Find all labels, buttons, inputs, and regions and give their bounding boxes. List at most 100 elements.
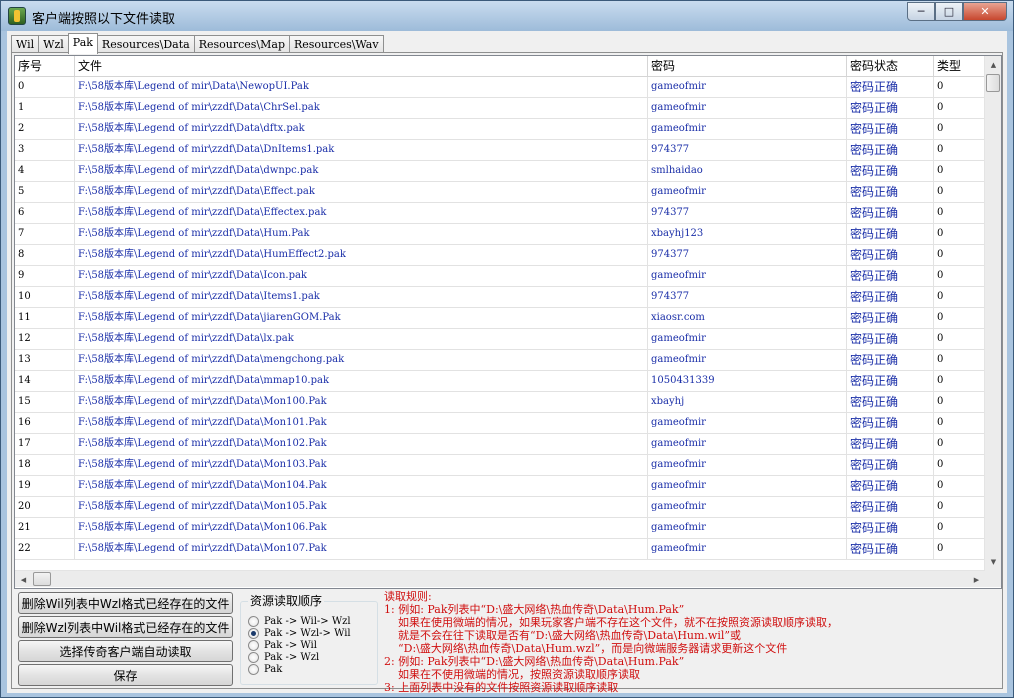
close-button[interactable]: ✕ bbox=[963, 2, 1007, 21]
table-row[interactable]: 17 F:\58版本库\Legend of mir\zzdf\Data\Mon10… bbox=[15, 434, 985, 455]
table-row[interactable]: 14 F:\58版本库\Legend of mir\zzdf\Data\mmap1… bbox=[15, 371, 985, 392]
cell-password-status[interactable]: 密码正确 bbox=[847, 329, 934, 350]
cell-password-status[interactable]: 密码正确 bbox=[847, 140, 934, 161]
cell-file[interactable]: F:\58版本库\Legend of mir\zzdf\Data\lx.pak bbox=[75, 329, 648, 350]
cell-index[interactable]: 3 bbox=[15, 140, 75, 161]
cell-password[interactable]: smlhaidao bbox=[648, 161, 847, 182]
cell-index[interactable]: 2 bbox=[15, 119, 75, 140]
cell-file[interactable]: F:\58版本库\Legend of mir\zzdf\Data\ChrSel.… bbox=[75, 98, 648, 119]
cell-password-status[interactable]: 密码正确 bbox=[847, 266, 934, 287]
cell-password-status[interactable]: 密码正确 bbox=[847, 518, 934, 539]
table-row[interactable]: 2 F:\58版本库\Legend of mir\zzdf\Data\dftx.p… bbox=[15, 119, 985, 140]
cell-index[interactable]: 21 bbox=[15, 518, 75, 539]
table-row[interactable]: 10 F:\58版本库\Legend of mir\zzdf\Data\Items… bbox=[15, 287, 985, 308]
cell-password[interactable]: gameofmir bbox=[648, 266, 847, 287]
cell-index[interactable]: 13 bbox=[15, 350, 75, 371]
cell-type[interactable]: 0 bbox=[934, 161, 985, 182]
cell-index[interactable]: 16 bbox=[15, 413, 75, 434]
cell-password[interactable]: gameofmir bbox=[648, 518, 847, 539]
cell-file[interactable]: F:\58版本库\Legend of mir\zzdf\Data\Hum.Pak bbox=[75, 224, 648, 245]
radio-option-pak-wil-wzl[interactable]: Pak -> Wil-> Wzl bbox=[248, 615, 351, 627]
cell-password-status[interactable]: 密码正确 bbox=[847, 497, 934, 518]
cell-file[interactable]: F:\58版本库\Legend of mir\zzdf\Data\HumEffe… bbox=[75, 245, 648, 266]
cell-index[interactable]: 0 bbox=[15, 77, 75, 98]
cell-file[interactable]: F:\58版本库\Legend of mir\zzdf\Data\Mon107.… bbox=[75, 539, 648, 560]
cell-index[interactable]: 1 bbox=[15, 98, 75, 119]
cell-type[interactable]: 0 bbox=[934, 350, 985, 371]
cell-file[interactable]: F:\58版本库\Legend of mir\zzdf\Data\Effect.… bbox=[75, 182, 648, 203]
cell-type[interactable]: 0 bbox=[934, 182, 985, 203]
table-row[interactable]: 1 F:\58版本库\Legend of mir\zzdf\Data\ChrSel… bbox=[15, 98, 985, 119]
cell-file[interactable]: F:\58版本库\Legend of mir\zzdf\Data\Icon.pa… bbox=[75, 266, 648, 287]
cell-type[interactable]: 0 bbox=[934, 203, 985, 224]
radio-option-pak-wzl-wil[interactable]: Pak -> Wzl-> Wil bbox=[248, 627, 351, 639]
select-client-button[interactable]: 选择传奇客户端自动读取 bbox=[18, 640, 233, 662]
vertical-scroll-thumb[interactable] bbox=[986, 74, 1000, 92]
cell-password[interactable]: 974377 bbox=[648, 203, 847, 224]
cell-type[interactable]: 0 bbox=[934, 518, 985, 539]
column-header-type[interactable]: 类型 bbox=[934, 56, 985, 77]
cell-password[interactable]: 1050431339 bbox=[648, 371, 847, 392]
cell-file[interactable]: F:\58版本库\Legend of mir\zzdf\Data\Mon104.… bbox=[75, 476, 648, 497]
column-header-file[interactable]: 文件 bbox=[75, 56, 648, 77]
cell-password[interactable]: gameofmir bbox=[648, 350, 847, 371]
cell-type[interactable]: 0 bbox=[934, 140, 985, 161]
save-button[interactable]: 保存 bbox=[18, 664, 233, 686]
cell-type[interactable]: 0 bbox=[934, 539, 985, 560]
scroll-up-icon[interactable]: ▲ bbox=[985, 56, 1001, 73]
tab-resources-wav[interactable]: Resources\Wav bbox=[289, 35, 384, 53]
cell-index[interactable]: 17 bbox=[15, 434, 75, 455]
table-row[interactable]: 7 F:\58版本库\Legend of mir\zzdf\Data\Hum.Pa… bbox=[15, 224, 985, 245]
table-row[interactable]: 12 F:\58版本库\Legend of mir\zzdf\Data\lx.pa… bbox=[15, 329, 985, 350]
cell-type[interactable]: 0 bbox=[934, 77, 985, 98]
table-row[interactable]: 16 F:\58版本库\Legend of mir\zzdf\Data\Mon10… bbox=[15, 413, 985, 434]
cell-index[interactable]: 14 bbox=[15, 371, 75, 392]
cell-file[interactable]: F:\58版本库\Legend of mir\zzdf\Data\mengcho… bbox=[75, 350, 648, 371]
cell-type[interactable]: 0 bbox=[934, 98, 985, 119]
cell-type[interactable]: 0 bbox=[934, 455, 985, 476]
title-bar[interactable]: 客户端按照以下文件读取 ─ □ ✕ bbox=[1, 1, 1013, 31]
cell-type[interactable]: 0 bbox=[934, 329, 985, 350]
maximize-button[interactable]: □ bbox=[935, 2, 963, 21]
table-row[interactable]: 18 F:\58版本库\Legend of mir\zzdf\Data\Mon10… bbox=[15, 455, 985, 476]
cell-type[interactable]: 0 bbox=[934, 413, 985, 434]
cell-file[interactable]: F:\58版本库\Legend of mir\zzdf\Data\jiarenG… bbox=[75, 308, 648, 329]
cell-index[interactable]: 8 bbox=[15, 245, 75, 266]
cell-file[interactable]: F:\58版本库\Legend of mir\Data\NewopUI.Pak bbox=[75, 77, 648, 98]
table-row[interactable]: 6 F:\58版本库\Legend of mir\zzdf\Data\Effect… bbox=[15, 203, 985, 224]
cell-password-status[interactable]: 密码正确 bbox=[847, 371, 934, 392]
cell-password-status[interactable]: 密码正确 bbox=[847, 203, 934, 224]
cell-password[interactable]: gameofmir bbox=[648, 455, 847, 476]
cell-password-status[interactable]: 密码正确 bbox=[847, 539, 934, 560]
cell-index[interactable]: 20 bbox=[15, 497, 75, 518]
cell-password-status[interactable]: 密码正确 bbox=[847, 119, 934, 140]
delete-wil-duplicates-button[interactable]: 删除Wil列表中Wzl格式已经存在的文件 bbox=[18, 592, 233, 614]
table-row[interactable]: 8 F:\58版本库\Legend of mir\zzdf\Data\HumEff… bbox=[15, 245, 985, 266]
cell-password-status[interactable]: 密码正确 bbox=[847, 161, 934, 182]
radio-icon[interactable] bbox=[248, 663, 259, 675]
cell-index[interactable]: 6 bbox=[15, 203, 75, 224]
cell-type[interactable]: 0 bbox=[934, 287, 985, 308]
cell-file[interactable]: F:\58版本库\Legend of mir\zzdf\Data\dftx.pa… bbox=[75, 119, 648, 140]
column-header-index[interactable]: 序号 bbox=[15, 56, 75, 77]
cell-type[interactable]: 0 bbox=[934, 371, 985, 392]
radio-icon[interactable] bbox=[248, 639, 259, 651]
cell-file[interactable]: F:\58版本库\Legend of mir\zzdf\Data\Effecte… bbox=[75, 203, 648, 224]
cell-type[interactable]: 0 bbox=[934, 476, 985, 497]
cell-password-status[interactable]: 密码正确 bbox=[847, 350, 934, 371]
cell-password[interactable]: gameofmir bbox=[648, 434, 847, 455]
cell-password[interactable]: gameofmir bbox=[648, 329, 847, 350]
cell-index[interactable]: 15 bbox=[15, 392, 75, 413]
cell-password-status[interactable]: 密码正确 bbox=[847, 245, 934, 266]
cell-type[interactable]: 0 bbox=[934, 245, 985, 266]
cell-password[interactable]: gameofmir bbox=[648, 119, 847, 140]
radio-option-pak-wil[interactable]: Pak -> Wil bbox=[248, 639, 317, 651]
cell-index[interactable]: 5 bbox=[15, 182, 75, 203]
cell-password-status[interactable]: 密码正确 bbox=[847, 434, 934, 455]
cell-index[interactable]: 12 bbox=[15, 329, 75, 350]
cell-type[interactable]: 0 bbox=[934, 434, 985, 455]
cell-password[interactable]: xbayhj bbox=[648, 392, 847, 413]
cell-password[interactable]: 974377 bbox=[648, 140, 847, 161]
cell-password-status[interactable]: 密码正确 bbox=[847, 182, 934, 203]
cell-type[interactable]: 0 bbox=[934, 497, 985, 518]
